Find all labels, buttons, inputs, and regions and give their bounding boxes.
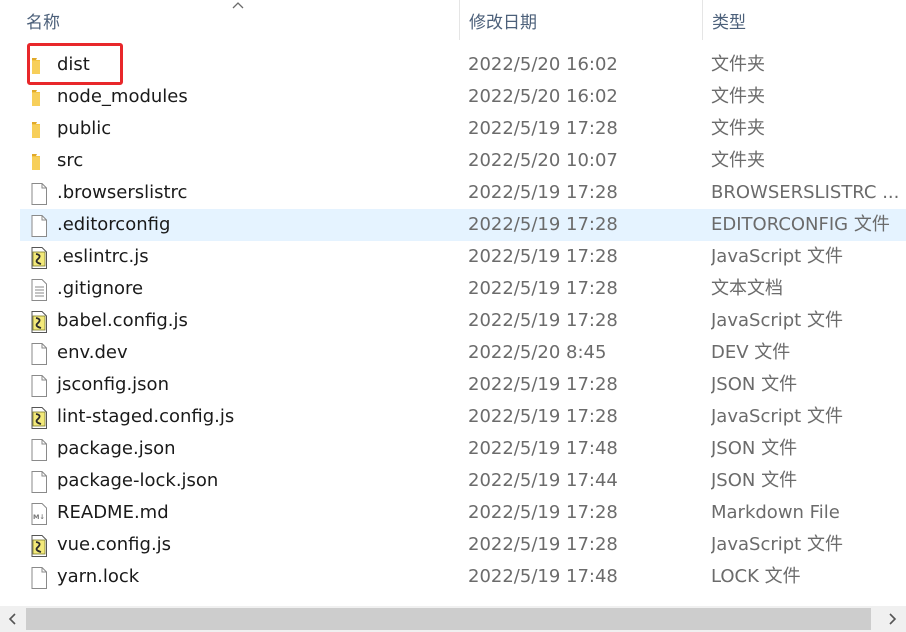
file-type: BROWSERSLISTRC ... xyxy=(711,182,900,203)
blank-file-icon xyxy=(29,182,49,206)
blank-file-icon xyxy=(29,374,49,398)
file-row[interactable]: package.json 2022/5/19 17:48 JSON 文件 xyxy=(0,433,906,465)
file-name: package.json xyxy=(57,438,176,459)
file-type: DEV 文件 xyxy=(711,342,791,363)
file-row[interactable]: .browserslistrc 2022/5/19 17:28 BROWSERSLI… xyxy=(0,177,906,209)
column-header-type-label: 类型 xyxy=(712,12,746,33)
file-date: 2022/5/19 17:48 xyxy=(468,566,618,587)
file-row[interactable]: package-lock.json 2022/5/19 17:44 JSON 文件 xyxy=(0,465,906,497)
sort-ascending-icon xyxy=(232,2,244,9)
file-row[interactable]: jsconfig.json 2022/5/19 17:28 JSON 文件 xyxy=(0,369,906,401)
file-row[interactable]: vue.config.js 2022/5/19 17:28 JavaScript 文… xyxy=(0,529,906,561)
file-row[interactable]: .gitignore 2022/5/19 17:28 文本文档 xyxy=(0,273,906,305)
file-name: package-lock.json xyxy=(57,470,219,491)
file-row[interactable]: env.dev 2022/5/20 8:45 DEV 文件 xyxy=(0,337,906,369)
file-date: 2022/5/19 17:28 xyxy=(468,278,618,299)
file-type: JavaScript 文件 xyxy=(711,310,843,331)
blank-file-icon xyxy=(29,470,49,494)
file-name: .eslintrc.js xyxy=(57,246,149,267)
file-name: babel.config.js xyxy=(57,310,188,331)
annotation-highlight-box xyxy=(27,43,123,85)
file-name: .gitignore xyxy=(57,278,144,299)
markdown-file-icon: M↓ xyxy=(29,502,49,526)
file-date: 2022/5/19 17:28 xyxy=(468,246,618,267)
file-type: LOCK 文件 xyxy=(711,566,801,587)
js-file-icon xyxy=(29,406,49,430)
file-date: 2022/5/20 10:07 xyxy=(468,150,618,171)
chevron-right-icon xyxy=(889,613,897,625)
file-type: 文本文档 xyxy=(711,278,783,299)
file-name: public xyxy=(57,118,112,139)
file-name: node_modules xyxy=(57,86,188,107)
file-type: 文件夹 xyxy=(711,150,765,171)
js-file-icon xyxy=(29,534,49,558)
file-row[interactable]: node_modules 2022/5/20 16:02 文件夹 xyxy=(0,81,906,113)
scroll-right-button[interactable] xyxy=(881,606,903,632)
scrollbar-thumb[interactable] xyxy=(26,608,871,630)
column-header-type[interactable]: 类型 xyxy=(702,0,906,40)
file-type: 文件夹 xyxy=(711,118,765,139)
file-name: .browserslistrc xyxy=(57,182,188,203)
file-row[interactable]: M↓ README.md 2022/5/19 17:28 Markdown File xyxy=(0,497,906,529)
blank-file-icon xyxy=(29,566,49,590)
column-header-date-label: 修改日期 xyxy=(469,12,537,33)
file-type: Markdown File xyxy=(711,502,840,523)
file-date: 2022/5/19 17:28 xyxy=(468,502,618,523)
file-type: JSON 文件 xyxy=(711,374,798,395)
file-type: EDITORCONFIG 文件 xyxy=(711,214,890,235)
file-row[interactable]: src 2022/5/20 10:07 文件夹 xyxy=(0,145,906,177)
file-type: JSON 文件 xyxy=(711,470,798,491)
file-date: 2022/5/20 8:45 xyxy=(468,342,607,363)
file-name: .editorconfig xyxy=(57,214,171,235)
chevron-left-icon xyxy=(8,613,16,625)
blank-file-icon xyxy=(29,438,49,462)
file-type: JavaScript 文件 xyxy=(711,534,843,555)
file-row[interactable]: public 2022/5/19 17:28 文件夹 xyxy=(0,113,906,145)
column-header-name[interactable]: 名称 xyxy=(0,0,459,40)
file-name: lint-staged.config.js xyxy=(57,406,235,427)
file-row[interactable]: .eslintrc.js 2022/5/19 17:28 JavaScript 文件 xyxy=(0,241,906,273)
file-date: 2022/5/19 17:44 xyxy=(468,470,618,491)
folder-icon xyxy=(29,150,49,174)
file-type: JavaScript 文件 xyxy=(711,406,843,427)
file-date: 2022/5/19 17:28 xyxy=(468,406,618,427)
file-name: vue.config.js xyxy=(57,534,172,555)
file-date: 2022/5/19 17:28 xyxy=(468,534,618,555)
file-type: JavaScript 文件 xyxy=(711,246,843,267)
svg-text:M↓: M↓ xyxy=(33,513,45,521)
file-date: 2022/5/20 16:02 xyxy=(468,86,618,107)
file-name: jsconfig.json xyxy=(57,374,169,395)
blank-file-icon xyxy=(29,214,49,238)
file-date: 2022/5/20 16:02 xyxy=(468,54,618,75)
text-file-icon xyxy=(29,278,49,302)
file-date: 2022/5/19 17:28 xyxy=(468,214,618,235)
folder-icon xyxy=(29,86,49,110)
file-row[interactable]: yarn.lock 2022/5/19 17:48 LOCK 文件 xyxy=(0,561,906,593)
file-type: 文件夹 xyxy=(711,54,765,75)
file-date: 2022/5/19 17:28 xyxy=(468,374,618,395)
file-date: 2022/5/19 17:48 xyxy=(468,438,618,459)
js-file-icon xyxy=(29,246,49,270)
js-file-icon xyxy=(29,310,49,334)
blank-file-icon xyxy=(29,342,49,366)
file-name: yarn.lock xyxy=(57,566,140,587)
file-name: README.md xyxy=(57,502,169,523)
column-header-name-label: 名称 xyxy=(26,12,60,33)
file-name: src xyxy=(57,150,84,171)
horizontal-scrollbar[interactable] xyxy=(0,606,906,632)
file-type: JSON 文件 xyxy=(711,438,798,459)
file-row[interactable]: .editorconfig 2022/5/19 17:28 EDITORCONFIG… xyxy=(0,209,906,241)
file-date: 2022/5/19 17:28 xyxy=(468,310,618,331)
scroll-left-button[interactable] xyxy=(2,606,24,632)
file-date: 2022/5/19 17:28 xyxy=(468,182,618,203)
column-header-date[interactable]: 修改日期 xyxy=(459,0,702,40)
file-name: env.dev xyxy=(57,342,128,363)
column-header: 名称 修改日期 类型 xyxy=(0,0,906,40)
file-row[interactable]: dist 2022/5/20 16:02 文件夹 xyxy=(0,49,906,81)
file-row[interactable]: lint-staged.config.js 2022/5/19 17:28 Java… xyxy=(0,401,906,433)
folder-icon xyxy=(29,118,49,142)
file-row[interactable]: babel.config.js 2022/5/19 17:28 JavaScript… xyxy=(0,305,906,337)
file-type: 文件夹 xyxy=(711,86,765,107)
file-date: 2022/5/19 17:28 xyxy=(468,118,618,139)
